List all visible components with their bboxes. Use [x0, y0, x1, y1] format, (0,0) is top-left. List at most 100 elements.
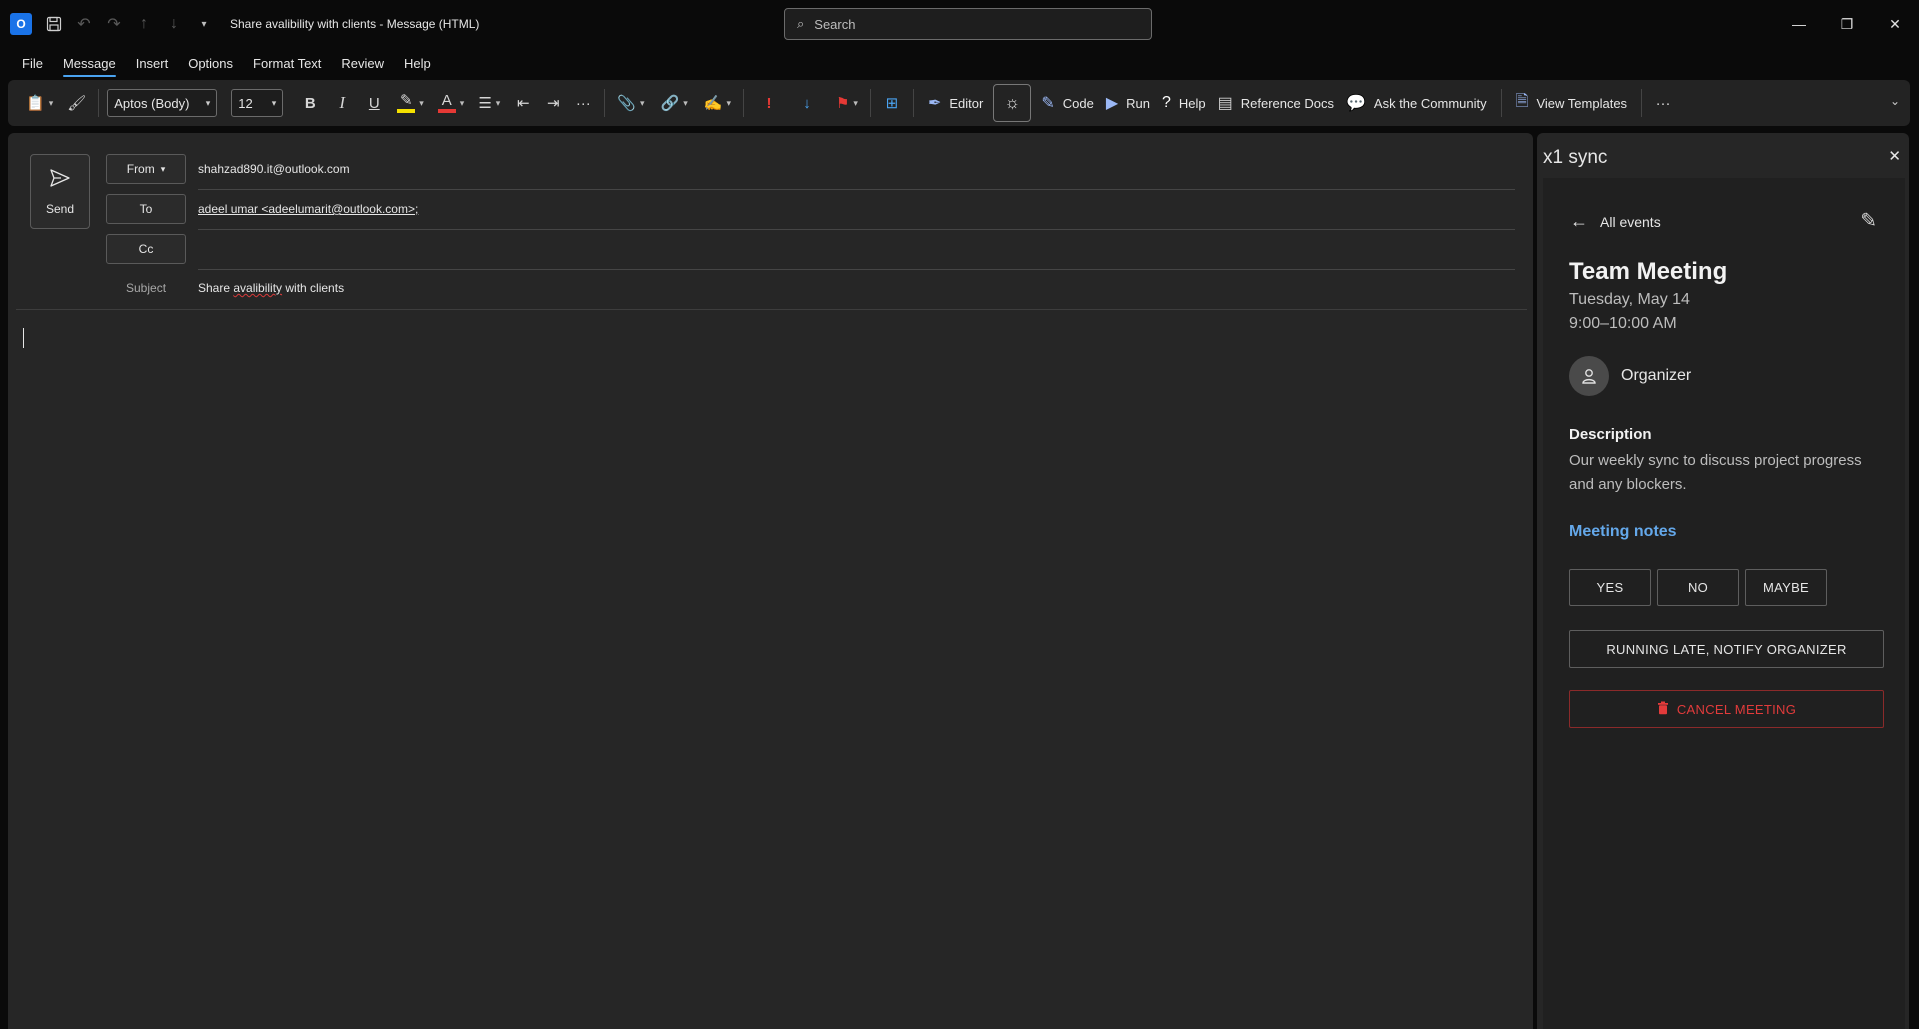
- theme-icon: ☼: [1004, 93, 1021, 112]
- back-to-all-events[interactable]: ← All events: [1570, 211, 1661, 232]
- low-importance-button[interactable]: ↓: [794, 87, 820, 119]
- italic-button[interactable]: I: [329, 87, 355, 119]
- ribbon-divider: [1641, 89, 1643, 117]
- editor-button[interactable]: ✒ Editor: [922, 87, 989, 119]
- run-button[interactable]: ▶ Run: [1100, 87, 1156, 119]
- reference-docs-button[interactable]: ▤ Reference Docs: [1212, 87, 1340, 119]
- cc-button[interactable]: Cc: [106, 234, 186, 264]
- font-color-button[interactable]: A ▾: [434, 87, 469, 119]
- paste-button[interactable]: 📋 ▾: [22, 87, 57, 119]
- menu-file[interactable]: File: [22, 52, 43, 75]
- chevron-down-icon: ▾: [419, 97, 424, 108]
- attach-button[interactable]: 📎 ▾: [613, 87, 648, 119]
- font-size-value: 12: [238, 95, 253, 111]
- font-size-select[interactable]: 12 ▾: [231, 89, 284, 117]
- ribbon-overflow-button[interactable]: ···: [1650, 87, 1676, 119]
- up-icon[interactable]: ↑: [130, 10, 158, 38]
- close-icon[interactable]: ✕: [1888, 147, 1901, 165]
- ribbon-expand-icon[interactable]: ⌄: [1890, 94, 1900, 108]
- menu-review[interactable]: Review: [341, 52, 384, 75]
- rsvp-no-button[interactable]: NO: [1657, 569, 1739, 606]
- down-icon[interactable]: ↓: [160, 10, 188, 38]
- subject-field[interactable]: Share avalibility with clients: [198, 281, 344, 295]
- ribbon-divider: [1500, 89, 1502, 117]
- bullets-button[interactable]: ☰ ▾: [474, 87, 504, 119]
- chevron-down-icon: ▾: [853, 97, 858, 108]
- minimize-icon[interactable]: —: [1775, 0, 1823, 48]
- close-icon[interactable]: ✕: [1871, 0, 1919, 48]
- quick-access-toolbar: ↶ ↷ ↑ ↓ ▾: [40, 10, 218, 38]
- reference-docs-icon: ▤: [1217, 95, 1233, 112]
- ask-community-button[interactable]: 💬 Ask the Community: [1340, 87, 1493, 119]
- search-box[interactable]: ⌕ Search: [784, 8, 1152, 40]
- chevron-down-icon: ▾: [495, 97, 501, 108]
- run-icon: ▶: [1105, 95, 1119, 112]
- cancel-meeting-button[interactable]: CANCEL MEETING: [1569, 690, 1884, 728]
- meeting-notes-link[interactable]: Meeting notes: [1569, 523, 1677, 541]
- decrease-indent-button[interactable]: ⇤: [510, 87, 536, 119]
- help-label: Help: [1178, 95, 1206, 111]
- undo-icon[interactable]: ↶: [70, 10, 98, 38]
- message-body[interactable]: [16, 313, 1527, 1013]
- rsvp-maybe-button[interactable]: MAYBE: [1745, 569, 1827, 606]
- menu-bar: File Message Insert Options Format Text …: [0, 50, 431, 77]
- subject-text-prefix: Share: [198, 281, 234, 295]
- attach-icon: 📎: [617, 95, 636, 112]
- high-importance-button[interactable]: !: [756, 87, 782, 119]
- restore-icon[interactable]: ❐: [1823, 0, 1871, 48]
- from-field[interactable]: shahzad890.it@outlook.com: [198, 162, 350, 176]
- chevron-down-icon: ▾: [640, 97, 645, 108]
- chevron-down-icon: ▾: [160, 163, 166, 174]
- bold-button[interactable]: B: [297, 87, 323, 119]
- apps-button[interactable]: ⊞: [879, 87, 905, 119]
- chevron-down-icon: ▾: [683, 97, 688, 108]
- event-title: Team Meeting: [1569, 258, 1728, 285]
- send-button[interactable]: Send: [30, 154, 90, 229]
- customize-qat-icon[interactable]: ▾: [190, 10, 218, 38]
- decrease-indent-icon: ⇤: [517, 95, 530, 112]
- help-button[interactable]: ? Help: [1156, 87, 1212, 119]
- cc-divider: [198, 269, 1515, 270]
- pencil-icon[interactable]: ✎: [1860, 208, 1877, 233]
- send-label: Send: [45, 201, 75, 216]
- format-painter-button[interactable]: 🖌: [63, 87, 90, 119]
- to-button[interactable]: To: [106, 194, 186, 224]
- community-icon: 💬: [1345, 95, 1366, 112]
- redo-icon[interactable]: ↷: [100, 10, 128, 38]
- theme-toggle-button[interactable]: ☼: [993, 84, 1032, 122]
- underline-button[interactable]: U: [361, 87, 387, 119]
- menu-options[interactable]: Options: [188, 52, 233, 75]
- from-button[interactable]: From ▾: [106, 154, 186, 184]
- to-field[interactable]: adeel umar <adeelumarit@outlook.com>;: [198, 202, 418, 216]
- ribbon-divider: [912, 89, 914, 117]
- signature-button[interactable]: ✍ ▾: [700, 87, 735, 119]
- compose-pane: Send From ▾ shahzad890.it@outlook.com To…: [8, 133, 1533, 1029]
- cc-field[interactable]: [198, 242, 1498, 258]
- search-placeholder: Search: [814, 16, 856, 32]
- panel-title: x1 sync: [1543, 147, 1608, 168]
- code-icon: ✎: [1041, 95, 1055, 112]
- link-button[interactable]: 🔗 ▾: [657, 87, 692, 119]
- highlight-button[interactable]: ✎ ▾: [393, 87, 428, 119]
- bold-icon: B: [304, 94, 316, 112]
- ribbon-divider: [98, 89, 100, 117]
- menu-insert[interactable]: Insert: [136, 52, 169, 75]
- increase-indent-button[interactable]: ⇥: [540, 87, 566, 119]
- trash-icon: [1657, 701, 1669, 718]
- font-name-select[interactable]: Aptos (Body) ▾: [107, 89, 218, 117]
- rsvp-yes-button[interactable]: YES: [1569, 569, 1651, 606]
- view-templates-button[interactable]: 🗎 View Templates: [1510, 87, 1633, 119]
- underline-icon: U: [368, 94, 380, 112]
- menu-help[interactable]: Help: [404, 52, 431, 75]
- running-late-button[interactable]: RUNNING LATE, NOTIFY ORGANIZER: [1569, 630, 1884, 668]
- save-icon[interactable]: [40, 10, 68, 38]
- from-divider: [198, 189, 1515, 190]
- code-label: Code: [1062, 95, 1094, 111]
- increase-indent-icon: ⇥: [547, 95, 560, 112]
- flag-button[interactable]: ⚑ ▾: [832, 87, 862, 119]
- menu-message[interactable]: Message: [62, 52, 116, 77]
- menu-format-text[interactable]: Format Text: [253, 52, 321, 75]
- font-color-icon: A: [437, 93, 456, 113]
- more-formatting-button[interactable]: ···: [570, 87, 596, 119]
- code-button[interactable]: ✎ Code: [1035, 87, 1099, 119]
